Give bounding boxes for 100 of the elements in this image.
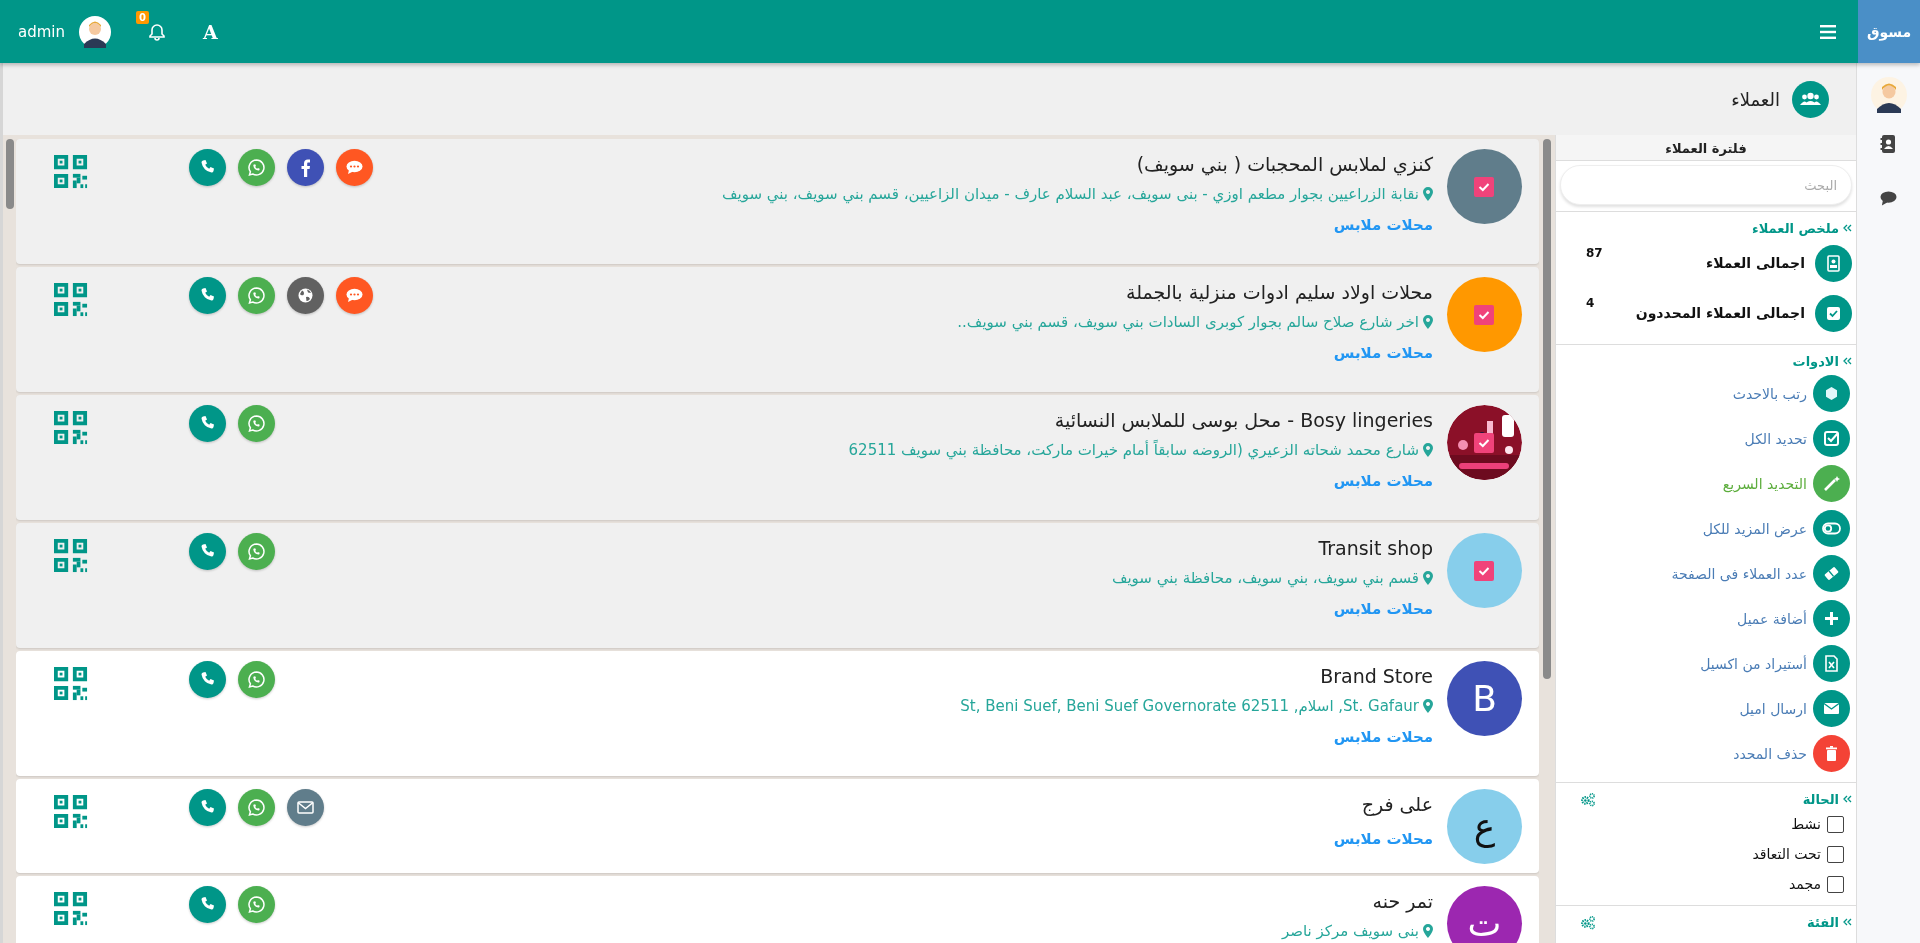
whatsapp-icon[interactable] <box>238 277 275 314</box>
qr-code-icon[interactable] <box>54 667 88 701</box>
phone-icon[interactable] <box>189 789 226 826</box>
customer-address: St. Gafaur, اسلام, St, Beni Suef, Beni Suef Governorate 62511 <box>960 696 1419 717</box>
customer-name[interactable]: كنزي لملابس المحجبات ( بني سويف) <box>1136 149 1433 179</box>
customer-name[interactable]: Transit shop <box>1318 533 1433 563</box>
phone-icon[interactable] <box>189 277 226 314</box>
customer-card[interactable]: Bosy lingeries - محل بوسى للملابس النسائية شارع محمد شحاته الزعيري (الروضه سابقاً أمام خيرات ماركت، محافظة بني سويف 62511 محلات ملابس <box>16 395 1539 520</box>
magic-wand-icon[interactable] <box>1813 465 1850 502</box>
stat-value: 87 <box>1586 246 1603 260</box>
category-link[interactable]: محلات ملابس <box>1333 344 1433 362</box>
globe-icon[interactable] <box>287 277 324 314</box>
checkbox[interactable] <box>1827 815 1844 833</box>
checkbox[interactable] <box>1827 845 1844 863</box>
tool-link[interactable]: ارسال اميل <box>1739 700 1807 717</box>
whatsapp-icon[interactable] <box>238 533 275 570</box>
facebook-icon[interactable] <box>287 149 324 186</box>
notification-count: 0 <box>136 11 149 24</box>
qr-code-icon[interactable] <box>54 283 88 317</box>
whatsapp-icon[interactable] <box>238 789 275 826</box>
checkbox-icon <box>1815 294 1852 332</box>
customer-card[interactable]: كنزي لملابس المحجبات ( بني سويف) نقابة الزراعيين بجوار مطعم اوزي - بنى سويف، عبد السلام عارف - ميدان الزاعيين، قسم بني سويف، بني سويف محلات ملابس <box>16 139 1539 264</box>
customer-card[interactable]: ت تمر حنه بنى سويف مركز ناصر <box>16 876 1539 943</box>
contacts-icon[interactable] <box>1880 135 1897 153</box>
toggle-icon[interactable] <box>1813 510 1850 547</box>
whatsapp-icon[interactable] <box>238 661 275 698</box>
phone-icon[interactable] <box>189 886 226 923</box>
scrollbar[interactable] <box>6 139 14 209</box>
section-title: الحالة <box>1802 791 1839 807</box>
avatar-initial: B <box>1447 661 1522 736</box>
checkbox[interactable] <box>1474 305 1494 325</box>
whatsapp-icon[interactable] <box>238 149 275 186</box>
checkbox[interactable] <box>1474 433 1494 453</box>
chat-icon[interactable] <box>1880 189 1897 207</box>
whatsapp-icon[interactable] <box>238 886 275 923</box>
double-chevron-icon <box>1842 917 1852 927</box>
qr-code-icon[interactable] <box>54 539 88 573</box>
qr-code-icon[interactable] <box>54 411 88 445</box>
category-link[interactable]: محلات ملابس <box>1333 830 1433 848</box>
users-icon <box>1792 80 1829 118</box>
tool-link[interactable]: عرض المزيد للكل <box>1702 520 1807 537</box>
envelope-icon[interactable] <box>287 789 324 826</box>
customer-address: شارع محمد شحاته الزعيري (الروضه سابقاً أمام خيرات ماركت، محافظة بني سويف 62511 <box>848 439 1419 461</box>
stat-label: اجمالى العملاء المحددون <box>1635 305 1805 321</box>
whatsapp-icon[interactable] <box>238 405 275 442</box>
checkbox-icon[interactable] <box>1813 420 1850 457</box>
envelope-icon[interactable] <box>1813 690 1850 727</box>
checkbox[interactable] <box>1474 177 1494 197</box>
menu-icon[interactable] <box>1820 24 1836 39</box>
category-link[interactable]: محلات ملابس <box>1333 472 1433 490</box>
category-link[interactable]: محلات ملابس <box>1333 600 1433 618</box>
location-pin-icon <box>1423 571 1433 585</box>
user-avatar[interactable] <box>79 15 111 48</box>
spreadsheet-file-icon[interactable] <box>1813 645 1850 682</box>
stat-label: اجمالى العملاء <box>1706 255 1805 271</box>
phone-icon[interactable] <box>189 533 226 570</box>
tool-link[interactable]: أضافة عميل <box>1737 610 1807 627</box>
tool-link[interactable]: حذف المحدد <box>1733 745 1807 762</box>
option-label: تحت التعاقد <box>1752 846 1821 862</box>
section-title: الادوات <box>1792 353 1839 369</box>
phone-icon[interactable] <box>189 149 226 186</box>
customer-name[interactable]: تمر حنه <box>1372 886 1433 916</box>
section-title: ملخص العملاء <box>1752 220 1839 236</box>
plus-icon[interactable] <box>1813 600 1850 637</box>
qr-code-icon[interactable] <box>54 892 88 926</box>
trash-icon[interactable] <box>1813 735 1850 772</box>
scrollbar[interactable] <box>1543 139 1551 679</box>
category-link[interactable]: محلات ملابس <box>1333 728 1433 746</box>
checkbox[interactable] <box>1474 561 1494 581</box>
double-chevron-icon <box>1842 223 1852 233</box>
gears-icon[interactable] <box>1580 791 1596 807</box>
phone-icon[interactable] <box>189 405 226 442</box>
location-pin-icon <box>1423 699 1433 713</box>
user-avatar[interactable] <box>1870 77 1907 113</box>
customer-name[interactable]: على فرج <box>1361 789 1433 819</box>
checkbox[interactable] <box>1827 875 1844 893</box>
option-label: مجمد <box>1789 876 1821 892</box>
customer-name[interactable]: Brand Store <box>1320 661 1433 691</box>
phone-icon[interactable] <box>189 661 226 698</box>
customer-name[interactable]: Bosy lingeries - محل بوسى للملابس النسائية <box>1054 405 1433 435</box>
category-link[interactable]: محلات ملابس <box>1333 216 1433 234</box>
id-card-icon <box>1815 244 1852 282</box>
tool-link[interactable]: التحديد السريع <box>1722 475 1807 492</box>
tool-link[interactable]: أستيراد من اكسيل <box>1700 655 1807 672</box>
gears-icon[interactable] <box>1580 914 1596 930</box>
search-field[interactable]: البحث <box>1560 165 1852 205</box>
qr-code-icon[interactable] <box>54 795 88 829</box>
user-name[interactable]: admin <box>18 22 65 41</box>
customer-address: نقابة الزراعيين بجوار مطعم اوزي - بنى سويف، عبد السلام عارف - ميدان الزاعيين، قسم بني سويف، بني سويف <box>722 184 1419 205</box>
filter-title: فلترة العملاء <box>1556 135 1856 161</box>
tool-link[interactable]: تحديد الكل <box>1744 430 1807 447</box>
tool-link[interactable]: عدد العملاء فى الصفحة <box>1671 565 1807 582</box>
brand-label[interactable]: مسوق <box>1858 0 1920 63</box>
qr-code-icon[interactable] <box>54 155 88 189</box>
tool-link[interactable]: رتب بالاحدث <box>1732 385 1807 402</box>
font-size-button[interactable]: A <box>199 20 222 43</box>
ticket-icon[interactable] <box>1813 555 1850 592</box>
customer-card[interactable]: ع على فرج محلات ملابس <box>16 779 1539 873</box>
customer-name[interactable]: محلات اولاد سليم ادوات منزلية بالجملة <box>1126 277 1433 307</box>
customer-card[interactable]: محلات اولاد سليم ادوات منزلية بالجملة اخر شارع صلاح سالم بجوار كوبرى السادات بني سويف، قسم بني سويف.. محلات ملابس <box>16 267 1539 392</box>
